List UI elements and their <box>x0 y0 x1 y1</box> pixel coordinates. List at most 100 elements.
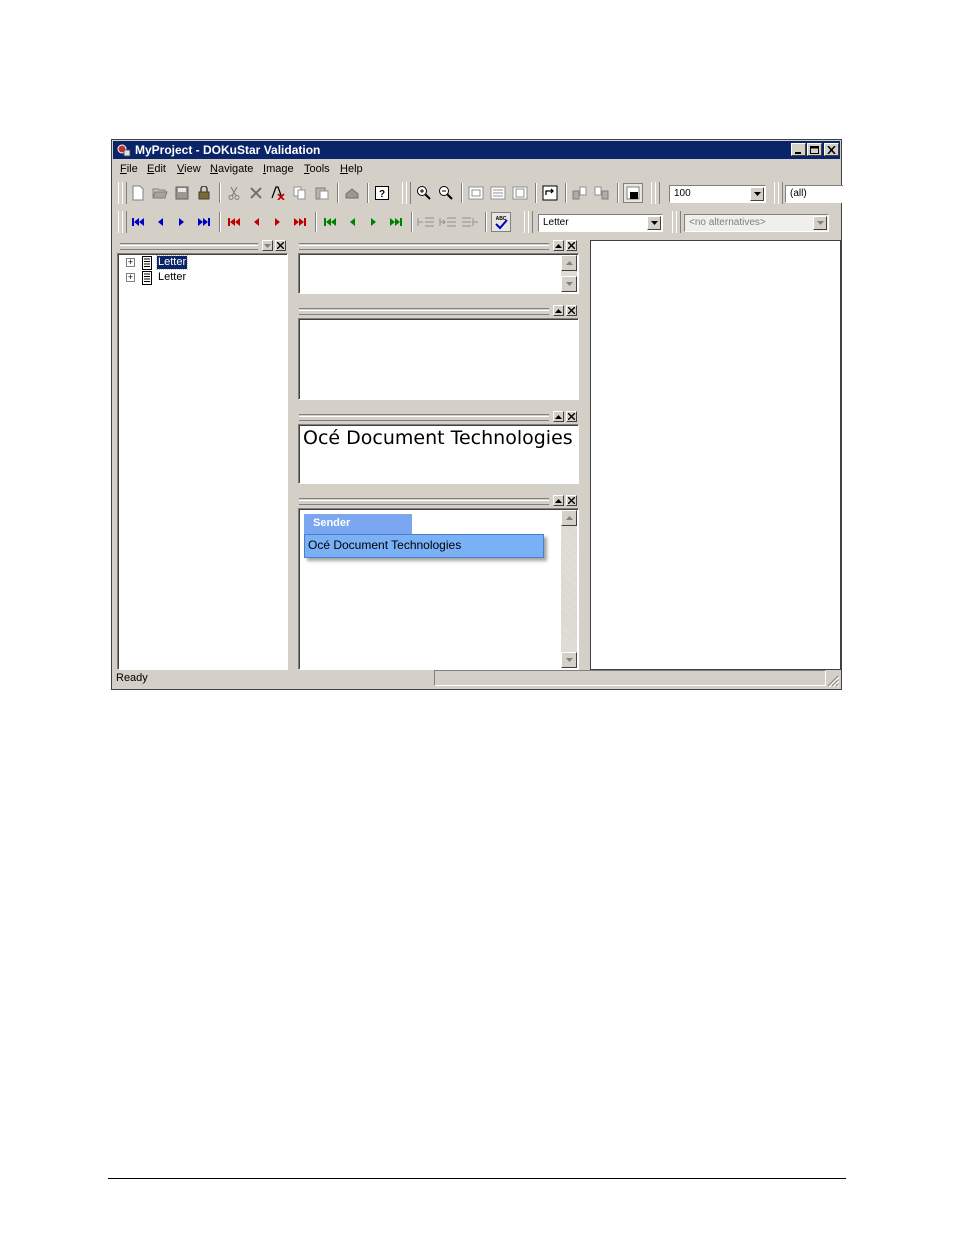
menu-view[interactable]: View <box>177 163 201 175</box>
dropdown-button[interactable] <box>647 216 661 230</box>
rotate-button[interactable] <box>540 183 560 203</box>
image-viewer[interactable] <box>590 240 841 670</box>
close-button[interactable] <box>824 143 839 156</box>
maximize-icon <box>810 145 819 154</box>
menu-image[interactable]: Image <box>263 163 294 175</box>
previous-document-button[interactable] <box>150 212 170 232</box>
contrast-button[interactable] <box>623 183 643 203</box>
fit-width-button[interactable] <box>488 183 508 203</box>
toolbar-separator <box>485 212 487 232</box>
paste-button[interactable] <box>312 183 332 203</box>
cut-button[interactable] <box>224 183 244 203</box>
panel-close-button[interactable] <box>275 240 286 251</box>
menu-navigate[interactable]: Navigate <box>210 163 253 175</box>
panel-close-button[interactable] <box>566 411 577 422</box>
first-error-button[interactable] <box>224 212 244 232</box>
fit-height-button[interactable] <box>510 183 530 203</box>
next-field-button[interactable] <box>364 212 384 232</box>
panel-collapse-button[interactable] <box>553 411 564 422</box>
next-document-button[interactable] <box>172 212 192 232</box>
tree-panel-header[interactable] <box>118 240 288 252</box>
toolbar-grip[interactable] <box>655 182 660 204</box>
delete-field-button[interactable] <box>268 183 288 203</box>
filter-combo[interactable]: (all) <box>785 185 843 203</box>
dropdown-button[interactable] <box>750 187 764 201</box>
delete-button[interactable] <box>246 183 266 203</box>
document-tree[interactable]: + Letter + Letter <box>117 253 288 670</box>
toolbar-grip[interactable] <box>528 211 533 233</box>
panel-close-button[interactable] <box>566 240 577 251</box>
next-image-button[interactable] <box>592 183 612 203</box>
svg-text:?: ? <box>379 189 385 200</box>
first-document-button[interactable] <box>128 212 148 232</box>
zoom-combo[interactable]: 100 <box>669 185 766 203</box>
toolbar-grip[interactable] <box>676 211 681 233</box>
zoom-in-button[interactable] <box>414 183 434 203</box>
panel-close-button[interactable] <box>566 495 577 506</box>
last-document-button[interactable] <box>194 212 214 232</box>
toolbar-grip[interactable] <box>778 182 783 204</box>
move-button[interactable] <box>460 212 480 232</box>
scroll-down-button[interactable] <box>561 276 577 292</box>
menu-edit[interactable]: Edit <box>147 163 166 175</box>
dropdown-button[interactable] <box>813 216 827 230</box>
toolbar-separator <box>219 212 221 232</box>
next-error-button[interactable] <box>268 212 288 232</box>
menu-tools[interactable]: Tools <box>304 163 330 175</box>
vertical-scrollbar[interactable] <box>561 255 577 292</box>
scroll-down-button[interactable] <box>561 652 577 668</box>
toolbar-grip[interactable] <box>406 182 411 204</box>
tree-item-label[interactable]: Letter <box>157 271 187 284</box>
menu-bar: File Edit View Navigate Image Tools Help <box>113 160 840 178</box>
panel-collapse-button[interactable] <box>553 305 564 316</box>
lock-button[interactable] <box>194 183 214 203</box>
panel-collapse-button[interactable] <box>553 495 564 506</box>
alternatives-combo[interactable]: <no alternatives> <box>684 214 829 232</box>
panel-header[interactable] <box>297 240 579 252</box>
scroll-up-button[interactable] <box>561 255 577 271</box>
panel-header[interactable] <box>297 411 579 423</box>
document-type-combo[interactable]: Letter <box>538 214 663 232</box>
split-button[interactable] <box>416 212 436 232</box>
menu-file[interactable]: File <box>120 163 138 175</box>
spell-check-button[interactable]: ABC <box>491 212 511 232</box>
panel-header[interactable] <box>297 495 579 507</box>
panel-collapse-button[interactable] <box>553 240 564 251</box>
undo-button[interactable] <box>342 183 362 203</box>
chevron-up-icon <box>555 498 562 503</box>
save-button[interactable] <box>172 183 192 203</box>
toolbar-grip[interactable] <box>122 182 127 204</box>
toolbar-grip[interactable] <box>122 211 127 233</box>
fit-page-button[interactable] <box>466 183 486 203</box>
resize-grip-icon[interactable] <box>827 675 839 687</box>
expand-icon[interactable]: + <box>126 258 135 267</box>
minimize-button[interactable] <box>791 143 806 156</box>
help-button[interactable]: ? <box>372 183 392 203</box>
zoom-out-button[interactable] <box>436 183 456 203</box>
lock-icon <box>198 186 210 200</box>
tree-item-label[interactable]: Letter <box>155 255 189 270</box>
previous-error-button[interactable] <box>246 212 266 232</box>
sender-field[interactable]: Océ Document Technologies <box>304 534 544 558</box>
new-button[interactable] <box>128 183 148 203</box>
open-button[interactable] <box>150 183 170 203</box>
scroll-up-button[interactable] <box>561 510 577 526</box>
panel-header[interactable] <box>297 305 579 317</box>
maximize-button[interactable] <box>807 143 822 156</box>
toolbar-separator <box>565 183 567 203</box>
rotate-icon <box>542 185 558 201</box>
expand-icon[interactable]: + <box>126 273 135 282</box>
merge-button[interactable] <box>438 212 458 232</box>
copy-button[interactable] <box>290 183 310 203</box>
prev-image-button[interactable] <box>570 183 590 203</box>
panel-close-button[interactable] <box>566 305 577 316</box>
previous-field-button[interactable] <box>342 212 362 232</box>
panel-menu-button[interactable] <box>262 240 273 251</box>
last-field-button[interactable] <box>386 212 406 232</box>
first-field-button[interactable] <box>320 212 340 232</box>
vertical-scrollbar[interactable] <box>561 510 577 668</box>
last-error-button[interactable] <box>290 212 310 232</box>
menu-help[interactable]: Help <box>340 163 363 175</box>
last-icon <box>198 218 210 226</box>
toolbar-separator <box>461 183 463 203</box>
